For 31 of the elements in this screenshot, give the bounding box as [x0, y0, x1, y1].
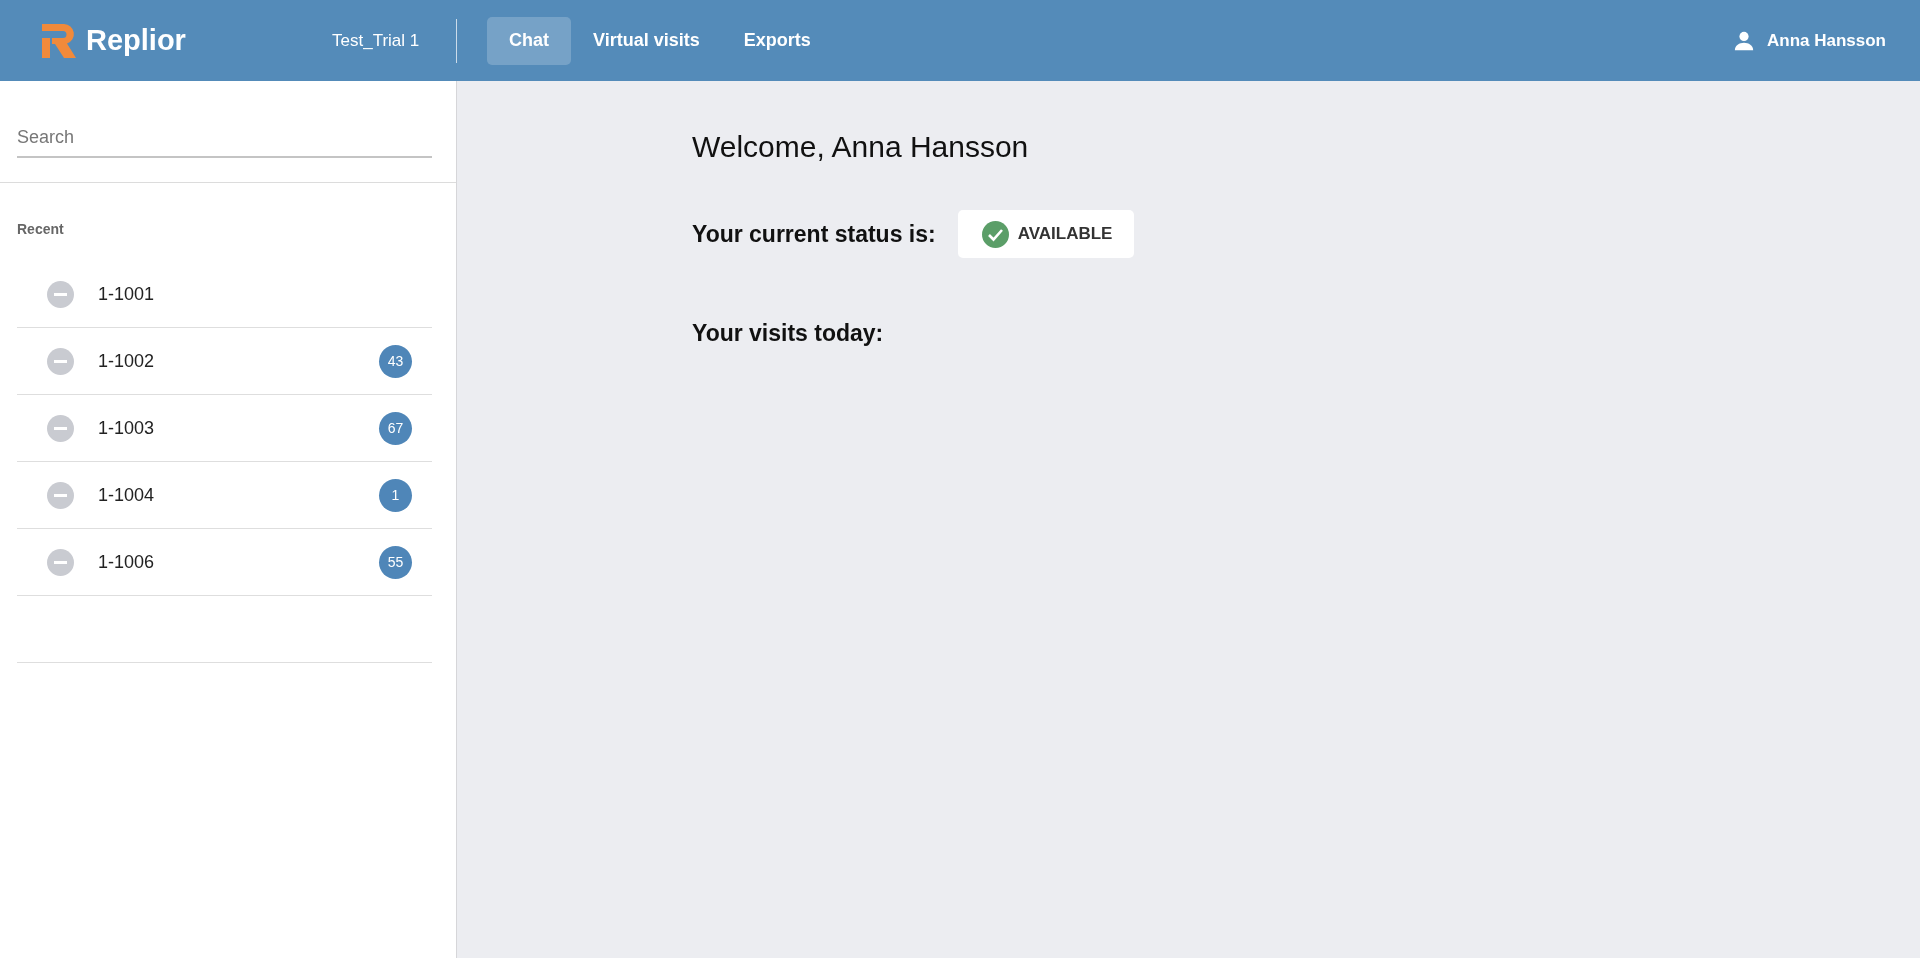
unread-count: 55 — [379, 545, 412, 579]
logo-text: Replior — [86, 24, 186, 57]
workspace-name: Test_Trial 1 — [331, 30, 421, 51]
conversation-item[interactable]: 1-1004 1 — [17, 462, 432, 529]
minus-circle-icon — [47, 548, 74, 576]
minus-circle-icon — [47, 481, 74, 509]
check-circle-icon — [981, 220, 1009, 248]
status-label: Your current status is: — [692, 220, 936, 248]
user-name[interactable]: Anna Hansson — [1766, 30, 1886, 51]
unread-count: 1 — [379, 478, 412, 512]
section-heading: Recent — [16, 220, 65, 239]
minus-circle-icon — [47, 347, 74, 375]
minus-circle-icon — [47, 280, 74, 308]
conversation-name: 1-1004 — [98, 484, 156, 506]
conversation-name: 1-1003 — [98, 417, 156, 439]
visits-heading: Your visits today: — [692, 320, 885, 347]
status-pill[interactable]: AVAILABLE — [957, 210, 1135, 258]
conversation-name: 1-1002 — [98, 350, 156, 372]
nav-tab[interactable]: Virtual visits — [571, 16, 722, 65]
unread-count: 67 — [379, 411, 412, 445]
user-icon[interactable] — [1732, 29, 1755, 52]
conversation-name: 1-1001 — [98, 283, 156, 305]
conversation-item[interactable]: 1-1001 — [17, 261, 432, 328]
minus-circle-icon — [47, 414, 74, 442]
conversation-item[interactable]: 1-1003 67 — [17, 395, 432, 462]
welcome-heading: Welcome, Anna Hansson — [692, 130, 1030, 164]
conversation-name: 1-1006 — [98, 551, 156, 573]
nav-tab[interactable]: Exports — [721, 16, 833, 65]
conversation-item[interactable]: 1-1006 55 — [17, 529, 432, 596]
unread-count: 43 — [379, 344, 412, 378]
conversation-item[interactable]: 1-1002 43 — [17, 328, 432, 395]
